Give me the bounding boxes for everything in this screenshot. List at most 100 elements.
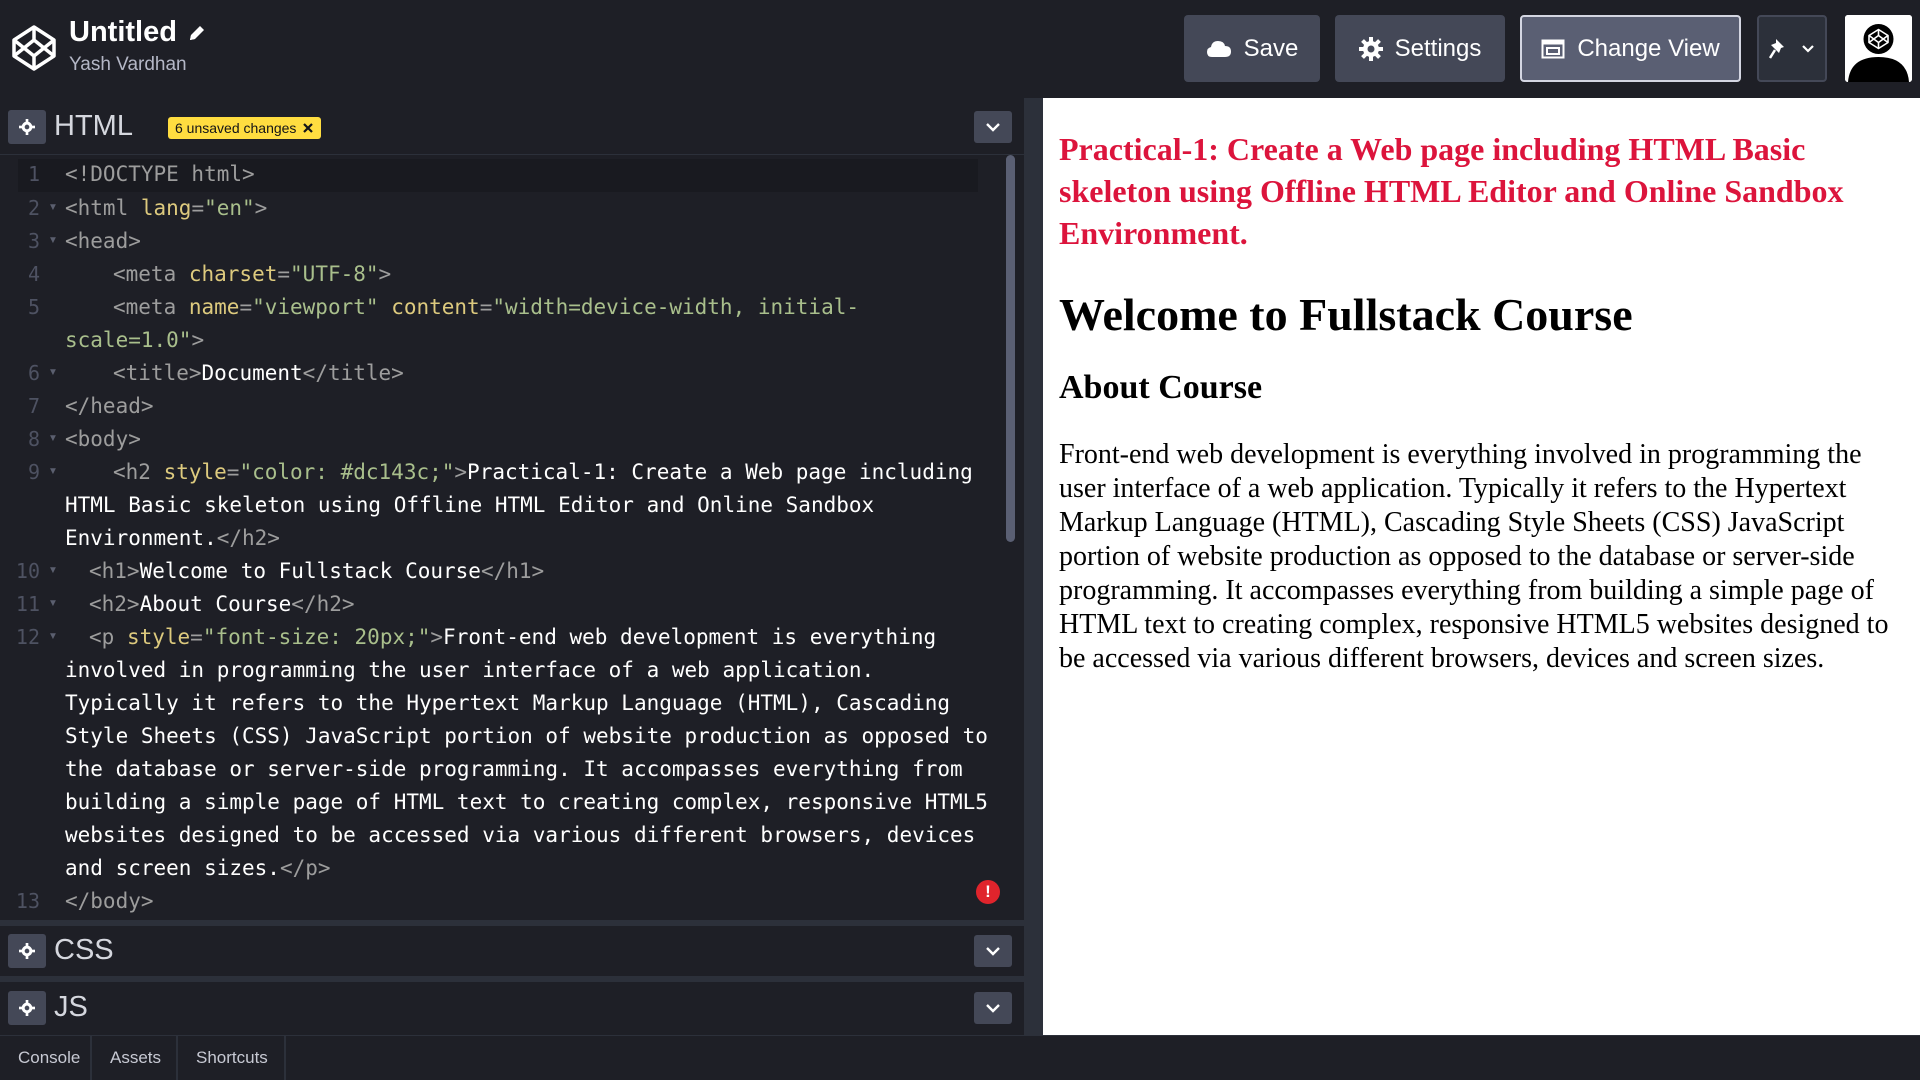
avatar[interactable] <box>1845 15 1912 82</box>
avatar-image <box>1845 15 1912 82</box>
tag-token: > <box>191 328 205 352</box>
attr-token: name <box>188 295 240 319</box>
code-line: <meta name="viewport" content="width=dev… <box>113 295 859 319</box>
console-tab[interactable]: Console <box>0 1036 92 1080</box>
line-number: 10 <box>15 559 40 583</box>
author-name[interactable]: Yash Vardhan <box>69 54 187 76</box>
html-code-editor[interactable]: 1 2 ▼ 3 ▼ 4 5 6 ▼ 7 8 ▼ 9 ▼ 10 ▼ 11 ▼ 12… <box>0 155 1024 920</box>
text-token: the database or server-side programming.… <box>65 757 963 781</box>
line-number: 1 <box>27 162 40 186</box>
attr-token: style <box>126 625 191 649</box>
code-line: Style Sheets (CSS) JavaScript portion of… <box>65 724 988 748</box>
code-line: </body> <box>65 889 154 913</box>
unsaved-changes-badge[interactable]: 6 unsaved changes <box>168 117 322 139</box>
cloud-icon <box>1206 40 1231 57</box>
fold-icon[interactable]: ▼ <box>48 631 58 642</box>
code-line: <meta charset="UTF-8"> <box>113 262 391 286</box>
text-token: Practical-1: Create a Web page including <box>467 460 973 484</box>
fold-icon[interactable]: ▼ <box>48 433 58 444</box>
change-view-icon <box>1541 39 1565 58</box>
gear-icon <box>19 1000 35 1016</box>
fold-icon[interactable]: ▼ <box>48 466 58 477</box>
value-token: "en" <box>204 196 255 220</box>
html-collapse-button[interactable] <box>974 111 1012 143</box>
shortcuts-tab[interactable]: Shortcuts <box>178 1036 286 1080</box>
chevron-down-icon <box>986 1004 1000 1013</box>
code-line: websites designed to be accessed via var… <box>65 823 975 847</box>
equals-token: = <box>226 460 240 484</box>
attr-token: style <box>163 460 227 484</box>
result-preview: Practical-1: Create a Web page including… <box>1043 98 1920 1035</box>
pen-title[interactable]: Untitled <box>69 16 207 49</box>
equals-token: = <box>479 295 493 319</box>
pane-resize-handle[interactable] <box>1024 98 1043 1035</box>
html-editor-title: HTML <box>54 110 133 142</box>
tag-token: </head> <box>65 394 154 418</box>
code-line: and screen sizes.</p> <box>65 856 331 880</box>
equals-token: = <box>191 196 205 220</box>
text-token: HTML Basic skeleton using Offline HTML E… <box>65 493 875 517</box>
line-number: 7 <box>27 394 40 418</box>
settings-button-label: Settings <box>1394 34 1482 62</box>
gear-icon <box>19 119 35 135</box>
code-line: </head> <box>65 394 154 418</box>
close-icon[interactable] <box>302 122 314 134</box>
change-view-button[interactable]: Change View <box>1520 15 1741 82</box>
line-number: 3 <box>27 229 40 253</box>
codepen-logo-icon[interactable] <box>10 24 58 72</box>
preview-practical-heading: Practical-1: Create a Web page including… <box>1059 131 1844 251</box>
top-bar: Untitled Yash Vardhan Save Settings Chan… <box>0 0 1920 98</box>
tag-token: </body> <box>65 889 154 913</box>
line-number: 13 <box>15 889 40 913</box>
pin-menu-button[interactable] <box>1757 15 1827 82</box>
code-line: <html lang="en"> <box>65 196 267 220</box>
tag-token: > <box>378 262 392 286</box>
js-expand-button[interactable] <box>974 992 1012 1024</box>
js-editor-header[interactable]: JS <box>0 982 1024 1035</box>
code-line: Environment.</h2> <box>65 526 280 550</box>
html-settings-button[interactable] <box>8 110 46 144</box>
preview-paragraph: Front-end web development is everything … <box>1059 439 1889 674</box>
chevron-down-icon <box>1802 44 1814 53</box>
css-settings-button[interactable] <box>8 934 46 968</box>
error-icon[interactable]: ! <box>976 880 1000 904</box>
pen-title-text[interactable]: Untitled <box>69 16 177 49</box>
bottom-bar: Console Assets Shortcuts <box>0 1035 1920 1080</box>
tag-token: <p <box>89 625 127 649</box>
line-number: 11 <box>15 592 40 616</box>
change-view-button-label: Change View <box>1577 34 1720 62</box>
tag-token: <title> <box>113 361 202 385</box>
code-line: building a simple page of HTML text to c… <box>65 790 988 814</box>
fold-icon[interactable]: ▼ <box>48 367 58 378</box>
tag-token: <meta <box>113 295 189 319</box>
css-editor-header[interactable]: CSS <box>0 926 1024 976</box>
fold-icon[interactable]: ▼ <box>48 565 58 576</box>
line-number: 4 <box>27 262 40 286</box>
save-button[interactable]: Save <box>1184 15 1320 82</box>
text-token: Document <box>201 361 303 385</box>
text-token: involved in programming the user interfa… <box>65 658 875 682</box>
code-line: <head> <box>65 229 141 253</box>
tag-token: <head> <box>65 229 141 253</box>
css-expand-button[interactable] <box>974 935 1012 967</box>
gear-icon <box>19 943 35 959</box>
editor-scrollbar[interactable] <box>1006 155 1015 542</box>
fold-icon[interactable]: ▼ <box>48 598 58 609</box>
chevron-down-icon <box>986 123 1000 132</box>
tag-token: </h2> <box>216 526 280 550</box>
equals-token: = <box>277 262 291 286</box>
tag-token: <h2 <box>113 460 164 484</box>
fold-icon[interactable]: ▼ <box>48 202 58 213</box>
code-line: the database or server-side programming.… <box>65 757 963 781</box>
settings-button[interactable]: Settings <box>1335 15 1505 82</box>
chevron-down-icon <box>986 947 1000 956</box>
pencil-icon[interactable] <box>187 23 207 43</box>
js-settings-button[interactable] <box>8 991 46 1025</box>
tag-token: <h2> <box>89 592 140 616</box>
preview-sub-heading: About Course <box>1059 369 1263 406</box>
line-number: 9 <box>27 460 40 484</box>
code-line: <p style="font-size: 20px;">Front-end we… <box>89 625 936 649</box>
assets-tab[interactable]: Assets <box>92 1036 178 1080</box>
fold-icon[interactable]: ▼ <box>48 235 58 246</box>
